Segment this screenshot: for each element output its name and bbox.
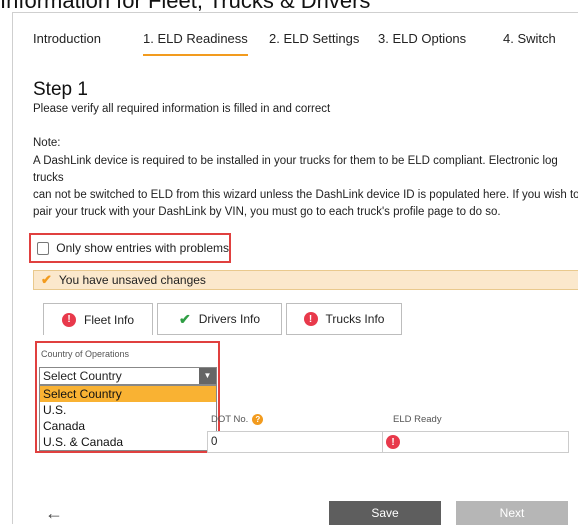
check-icon: ✔ [41,272,52,287]
tab-fleet-info[interactable]: ! Fleet Info [43,303,153,335]
problems-filter[interactable]: Only show entries with problems [29,233,231,263]
tab-trucks-info-label: Trucks Info [325,312,385,326]
unsaved-changes-banner: ✔ You have unsaved changes [33,270,578,290]
save-button[interactable]: Save [329,501,441,525]
step-title: Step 1 [33,79,88,100]
wizard-frame: Introduction 1. ELD Readiness 2. ELD Set… [12,12,578,525]
tab-drivers-info[interactable]: ✔ Drivers Info [157,303,282,335]
note-line: pair your truck with your DashLink by VI… [33,206,501,218]
country-select[interactable]: Select Country ▼ [39,367,217,385]
tab-introduction[interactable]: Introduction [33,31,101,54]
chevron-down-icon[interactable]: ▼ [199,368,216,384]
column-dot-no-label: DOT No. [211,414,249,425]
error-icon: ! [386,435,400,449]
help-icon[interactable]: ? [252,414,264,425]
tab-eld-settings[interactable]: 2. ELD Settings [269,31,359,54]
problems-filter-label: Only show entries with problems [56,241,229,255]
note-text: A DashLink device is required to be inst… [33,153,578,221]
tab-switch[interactable]: 4. Switch [503,31,556,54]
dot-no-cell: 0 [207,431,383,453]
wizard-tabs: Introduction 1. ELD Readiness 2. ELD Set… [33,27,578,63]
country-dropdown: Select Country U.S. Canada U.S. & Canada [39,385,217,451]
column-eld-ready: ELD Ready [393,414,442,425]
note-label: Note: [33,137,61,149]
tab-trucks-info[interactable]: ! Trucks Info [286,303,402,335]
note-line: A DashLink device is required to be inst… [33,155,558,184]
next-button[interactable]: Next [456,501,568,525]
unsaved-changes-text: You have unsaved changes [58,273,206,287]
tab-fleet-info-label: Fleet Info [83,312,135,327]
country-option[interactable]: U.S. [40,402,216,418]
eld-ready-cell: ! [382,431,569,453]
country-option[interactable]: Canada [40,418,216,434]
column-dot-no: DOT No. ? [211,414,264,425]
arrow-left-icon[interactable]: ← [45,503,63,524]
tab-eld-readiness[interactable]: 1. ELD Readiness [143,31,248,56]
country-option[interactable]: Select Country [40,386,216,402]
note-line: can not be switched to ELD from this wiz… [33,189,578,201]
tab-eld-options[interactable]: 3. ELD Options [378,31,466,54]
problems-checkbox[interactable] [37,241,50,255]
country-option[interactable]: U.S. & Canada [40,434,216,450]
error-icon: ! [61,312,76,327]
country-select-value: Select Country [43,369,122,383]
country-of-operations: Country of Operations Select Country ▼ S… [35,341,220,453]
error-icon: ! [303,312,318,326]
tab-drivers-info-label: Drivers Info [198,312,261,326]
step-instruction: Please verify all required information i… [33,103,331,115]
country-label: Country of Operations [41,349,130,359]
check-icon: ✔ [178,310,191,327]
